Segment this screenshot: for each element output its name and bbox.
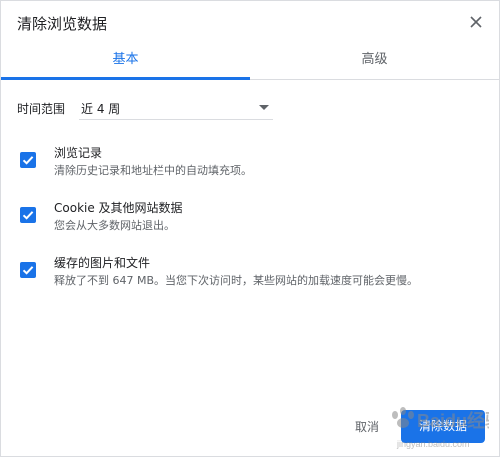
option-title: Cookie 及其他网站数据 <box>54 201 183 215</box>
tab-bar: 基本 高级 <box>1 45 499 80</box>
clear-data-button[interactable]: 清除数据 <box>401 410 485 443</box>
checkbox-browsing-history[interactable] <box>20 152 36 168</box>
tab-advanced[interactable]: 高级 <box>250 45 499 79</box>
option-description: 清除历史记录和地址栏中的自动填充项。 <box>54 164 252 177</box>
time-range-label: 时间范围 <box>17 102 66 116</box>
active-tab-indicator <box>1 77 250 80</box>
clear-browsing-data-dialog: 清除浏览数据 基本 高级 时间范围 近 4 周 浏览记录 清除历史记录和地址栏中… <box>0 0 500 457</box>
checkbox-cookies[interactable] <box>20 207 36 223</box>
check-icon <box>22 211 34 220</box>
time-range-select[interactable]: 近 4 周 <box>79 97 273 120</box>
time-range-value: 近 4 周 <box>81 102 121 116</box>
option-title: 浏览记录 <box>54 146 103 160</box>
dialog-title: 清除浏览数据 <box>17 15 108 33</box>
check-icon <box>22 266 34 275</box>
option-description: 您会从大多数网站退出。 <box>54 219 175 232</box>
check-icon <box>22 156 34 165</box>
option-cookies: Cookie 及其他网站数据 您会从大多数网站退出。 <box>17 199 477 239</box>
dropdown-arrow-icon <box>259 105 269 110</box>
option-title: 缓存的图片和文件 <box>54 256 151 270</box>
close-icon[interactable] <box>467 13 485 31</box>
option-cached-files: 缓存的图片和文件 释放了不到 647 MB。当您下次访问时，某些网站的加载速度可… <box>17 254 477 294</box>
option-browsing-history: 浏览记录 清除历史记录和地址栏中的自动填充项。 <box>17 144 477 184</box>
tab-basic[interactable]: 基本 <box>1 45 250 79</box>
checkbox-cached-files[interactable] <box>20 262 36 278</box>
tab-basic-label: 基本 <box>112 52 139 67</box>
option-description: 释放了不到 647 MB。当您下次访问时，某些网站的加载速度可能会更慢。 <box>54 274 419 287</box>
cancel-button[interactable]: 取消 <box>347 413 387 441</box>
tab-advanced-label: 高级 <box>361 52 388 67</box>
